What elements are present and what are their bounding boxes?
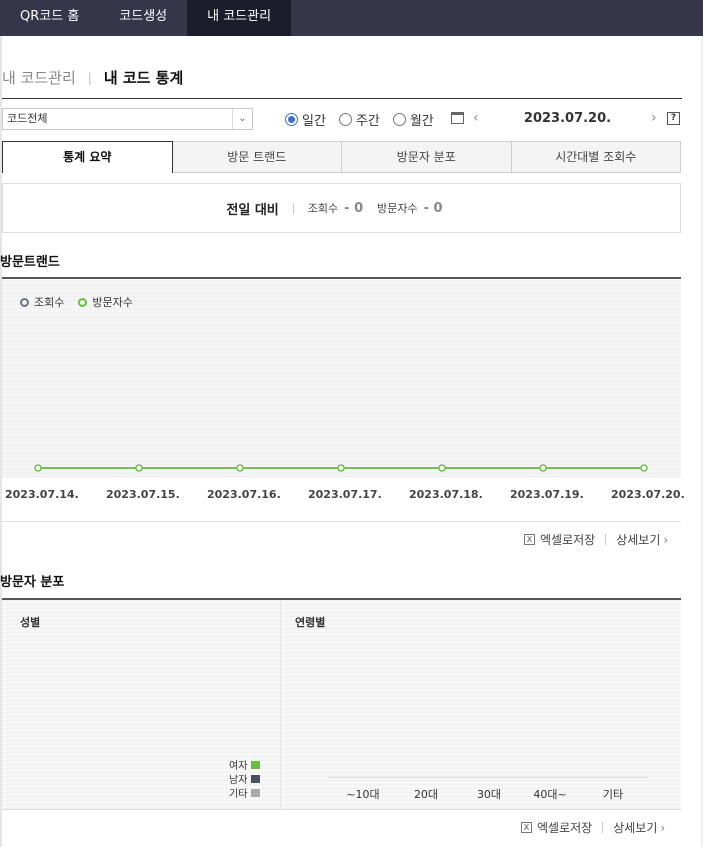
data-point[interactable]: [640, 464, 648, 472]
data-point[interactable]: [539, 464, 547, 472]
trend-section-title: 방문트랜드: [0, 255, 60, 270]
views-value: - 0: [344, 200, 364, 216]
summary-box: 전일 대비 조회수 - 0 방문자수 - 0: [2, 183, 681, 233]
radio-daily-label: 일간: [302, 114, 326, 129]
nav-tab-create-code[interactable]: 코드생성: [99, 0, 187, 36]
x-tick-label: 2023.07.16.: [207, 488, 281, 501]
age-label-30s: 30대: [476, 788, 502, 801]
data-point[interactable]: [34, 464, 42, 472]
stats-tabs: 통계 요약 방문 트랜드 방문자 분포 시간대별 조회수: [2, 141, 681, 173]
gender-legend-male: 남자: [229, 771, 261, 786]
chevron-down-icon[interactable]: ⌄: [232, 109, 252, 129]
data-point[interactable]: [337, 464, 345, 472]
x-tick-label: 2023.07.19.: [510, 488, 584, 501]
distribution-chart-area: [2, 600, 681, 810]
data-point[interactable]: [135, 464, 143, 472]
current-date: 2023.07.20.: [523, 111, 612, 126]
data-point[interactable]: [236, 464, 244, 472]
trend-links: X 엑셀로저장 상세보기 ›: [524, 531, 668, 548]
gender-legend-male-label: 남자: [229, 775, 248, 786]
tab-hourly-views[interactable]: 시간대별 조회수: [511, 141, 681, 173]
help-icon[interactable]: ?: [667, 112, 680, 125]
top-nav: QR코드 홈 코드생성 내 코드관리: [0, 0, 703, 36]
breadcrumb-separator: |: [87, 70, 92, 85]
next-date-chevron-icon[interactable]: ›: [651, 110, 657, 126]
radio-monthly[interactable]: 월간: [392, 110, 434, 129]
breadcrumb: 내 코드관리 | 내 코드 통계: [2, 67, 183, 88]
excel-icon[interactable]: X: [524, 534, 535, 545]
age-axis-line: [328, 777, 648, 778]
tab-summary[interactable]: 통계 요약: [2, 141, 173, 173]
links-separator: [602, 822, 604, 833]
radio-daily-dot[interactable]: [285, 113, 298, 126]
age-label-other: 기타: [602, 788, 624, 801]
x-tick-label: 2023.07.14.: [5, 488, 79, 501]
radio-monthly-label: 월간: [409, 114, 434, 129]
page-title: 내 코드 통계: [103, 69, 184, 87]
gender-legend-other: 기타: [229, 785, 261, 800]
period-radio-group: 일간 주간 월간: [285, 110, 447, 129]
distribution-divider: [280, 600, 281, 810]
excel-icon[interactable]: X: [521, 822, 532, 833]
trend-section-line: [2, 277, 681, 279]
chevron-right-icon[interactable]: ›: [663, 533, 668, 547]
code-select[interactable]: 코드전체 ⌄: [2, 108, 253, 130]
summary-separator: [292, 202, 294, 214]
tab-visitor-distribution[interactable]: 방문자 분포: [342, 141, 512, 173]
distribution-excel-save-link[interactable]: 엑셀로저장: [537, 819, 592, 836]
trend-excel-save-link[interactable]: 엑셀로저장: [540, 531, 595, 548]
distribution-detail-link[interactable]: 상세보기: [613, 819, 657, 836]
summary-label: 전일 대비: [226, 202, 279, 218]
gender-legend-other-label: 기타: [229, 789, 248, 800]
gender-legend-other-swatch: [251, 788, 261, 797]
age-label-40s: 40대~: [533, 788, 567, 801]
x-tick-label: 2023.07.17.: [308, 488, 382, 501]
tab-visit-trend[interactable]: 방문 트랜드: [172, 141, 342, 173]
age-title: 연령별: [295, 616, 326, 629]
trend-chart: [34, 464, 648, 472]
code-select-value: 코드전체: [7, 112, 48, 125]
radio-weekly-label: 주간: [355, 114, 380, 129]
radio-daily[interactable]: 일간: [285, 110, 326, 129]
nav-tab-qr-home[interactable]: QR코드 홈: [0, 0, 99, 36]
x-tick-label: 2023.07.20.: [611, 488, 685, 501]
distribution-section-title: 방문자 분포: [0, 575, 65, 590]
distribution-links: X 엑셀로저장 상세보기 ›: [521, 819, 665, 836]
gender-legend-female-label: 여자: [229, 761, 248, 772]
nav-tab-my-codes[interactable]: 내 코드관리: [187, 0, 292, 36]
radio-monthly-dot[interactable]: [392, 113, 406, 126]
prev-date-chevron-icon[interactable]: ‹: [473, 110, 479, 126]
radio-weekly-dot[interactable]: [338, 113, 352, 126]
gender-legend-female: 여자: [229, 757, 261, 772]
visitors-label: 방문자수: [377, 202, 418, 215]
x-tick-label: 2023.07.18.: [409, 488, 483, 501]
radio-weekly[interactable]: 주간: [338, 110, 380, 129]
chevron-right-icon[interactable]: ›: [660, 821, 665, 835]
age-label-20s: 20대: [413, 788, 439, 801]
gender-title: 성별: [20, 616, 41, 629]
title-divider: [2, 98, 682, 99]
calendar-icon[interactable]: [451, 112, 464, 124]
x-tick-label: 2023.07.15.: [106, 488, 180, 501]
gender-legend-male-swatch: [251, 774, 261, 783]
data-point[interactable]: [438, 464, 446, 472]
trend-detail-link[interactable]: 상세보기: [616, 531, 660, 548]
breadcrumb-parent[interactable]: 내 코드관리: [2, 67, 76, 88]
visitors-value: - 0: [423, 200, 443, 216]
gender-legend-female-swatch: [251, 760, 261, 769]
age-label-teens: ~10대: [346, 788, 380, 801]
links-separator: [605, 534, 607, 545]
views-label: 조회수: [307, 202, 339, 215]
